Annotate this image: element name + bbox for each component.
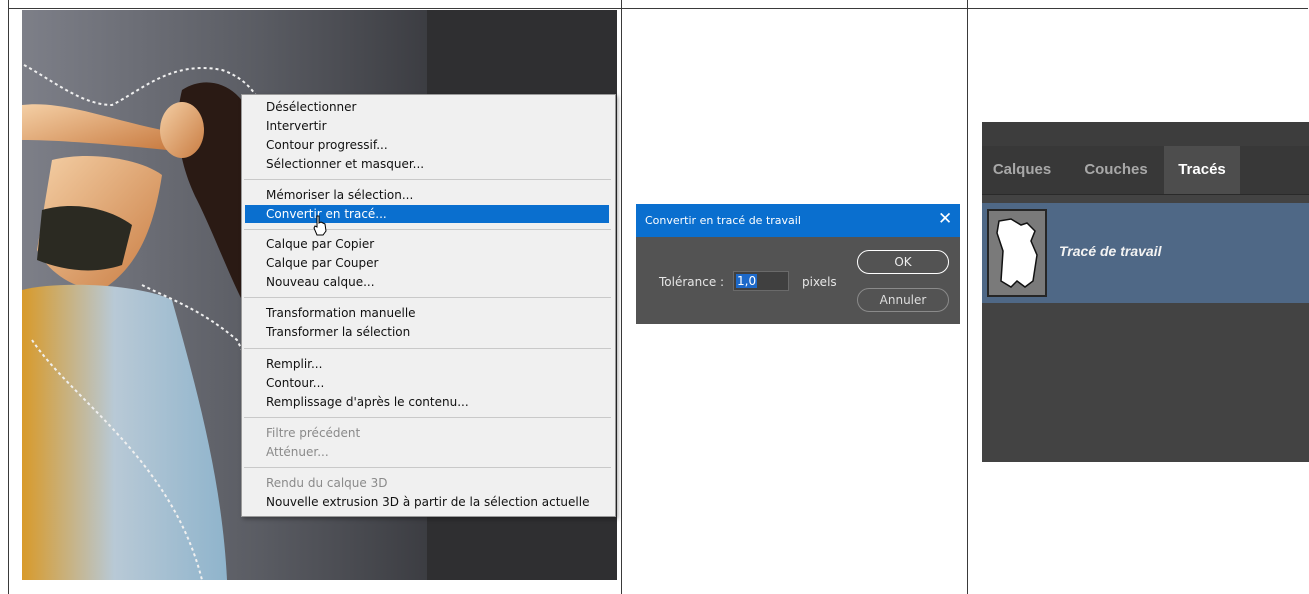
close-icon[interactable]: ✕	[938, 209, 952, 229]
menu-separator	[244, 417, 611, 418]
tolerance-label: Tolérance :	[659, 275, 725, 289]
cell-border	[621, 0, 622, 594]
paths-panel: Calques Couches Tracés Tracé de travail	[982, 122, 1309, 462]
tab-paths[interactable]: Tracés	[1164, 146, 1240, 194]
menu-item-transform-selection[interactable]: Transformer la sélection	[266, 325, 410, 339]
menu-item-invert[interactable]: Intervertir	[266, 119, 327, 133]
cell-border	[8, 0, 9, 594]
menu-item-layer-via-cut[interactable]: Calque par Couper	[266, 256, 378, 270]
menu-item-make-work-path[interactable]: Convertir en tracé...	[245, 205, 609, 223]
menu-item-new-layer[interactable]: Nouveau calque...	[266, 275, 375, 289]
menu-separator	[244, 297, 611, 298]
tolerance-input[interactable]: 1,0	[733, 271, 789, 291]
menu-separator	[244, 179, 611, 180]
panel-tabs: Calques Couches Tracés	[982, 146, 1309, 195]
menu-item-fill[interactable]: Remplir...	[266, 357, 322, 371]
tab-layers[interactable]: Calques	[982, 146, 1062, 194]
cell-border	[967, 0, 968, 594]
hand-cursor-icon	[313, 215, 327, 236]
context-menu: Désélectionner Intervertir Contour progr…	[241, 94, 616, 517]
dialog-title: Convertir en tracé de travail	[645, 214, 801, 227]
ok-button[interactable]: OK	[857, 250, 949, 274]
path-item-work-path[interactable]: Tracé de travail	[982, 203, 1309, 303]
cancel-button[interactable]: Annuler	[857, 288, 949, 312]
menu-item-save-selection[interactable]: Mémoriser la sélection...	[266, 188, 413, 202]
menu-item-stroke[interactable]: Contour...	[266, 376, 324, 390]
unit-label: pixels	[802, 275, 837, 289]
menu-item-content-aware-fill[interactable]: Remplissage d'après le contenu...	[266, 395, 469, 409]
menu-separator	[244, 348, 611, 349]
menu-item-select-and-mask[interactable]: Sélectionner et masquer...	[266, 157, 424, 171]
cell-border-top	[8, 8, 1308, 9]
tolerance-value: 1,0	[736, 274, 758, 288]
menu-item-layer-via-copy[interactable]: Calque par Copier	[266, 237, 374, 251]
menu-item-last-filter: Filtre précédent	[266, 426, 361, 440]
make-work-path-dialog: Convertir en tracé de travail ✕ Toléranc…	[636, 204, 960, 324]
menu-separator	[244, 467, 611, 468]
panel-header	[982, 122, 1309, 146]
path-thumbnail-icon	[987, 209, 1047, 297]
menu-item-render-3d-layer: Rendu du calque 3D	[266, 476, 388, 490]
tab-channels[interactable]: Couches	[1070, 146, 1162, 194]
menu-item-fade: Atténuer...	[266, 445, 329, 459]
menu-item-free-transform[interactable]: Transformation manuelle	[266, 306, 416, 320]
path-item-label: Tracé de travail	[1059, 243, 1162, 259]
menu-separator	[244, 229, 611, 230]
menu-item-feather[interactable]: Contour progressif...	[266, 138, 388, 152]
menu-item-new-3d-extrusion[interactable]: Nouvelle extrusion 3D à partir de la sél…	[266, 495, 589, 509]
menu-item-deselect[interactable]: Désélectionner	[266, 100, 356, 114]
dialog-title-bar[interactable]: Convertir en tracé de travail ✕	[636, 204, 960, 237]
